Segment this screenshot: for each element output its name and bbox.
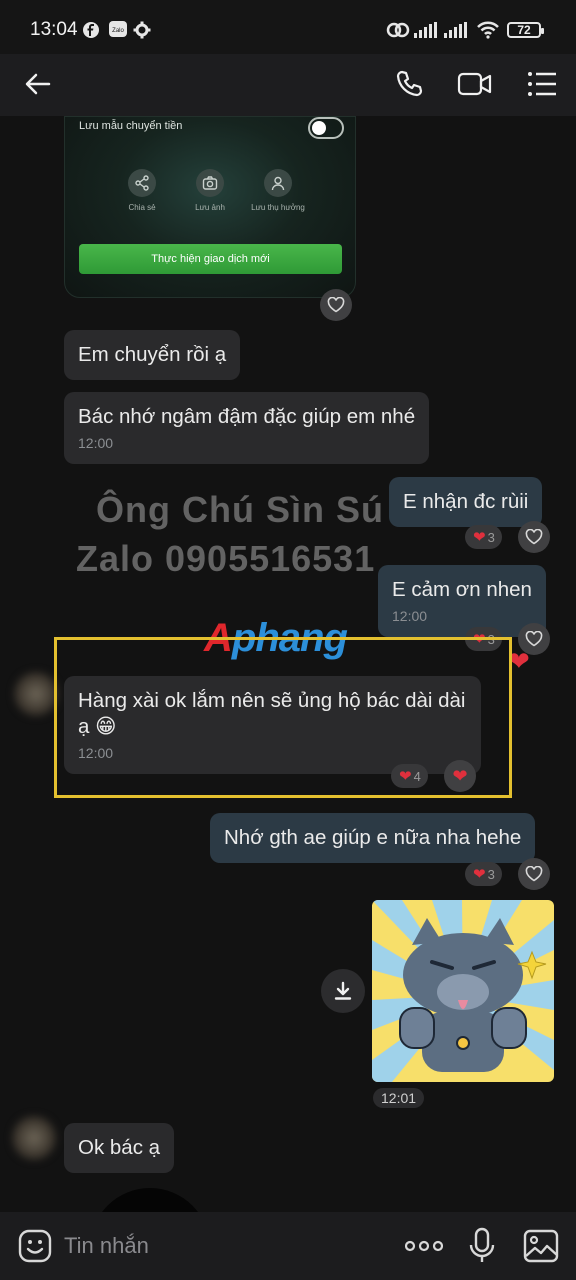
emoji-sticker-icon[interactable] [18,1229,52,1263]
reaction-count-badge[interactable]: ❤ 3 [465,862,502,886]
message-bubble-outgoing[interactable]: E nhận đc rùii [389,477,543,527]
heart-icon: ❤ [399,767,412,785]
link-icon [386,22,410,38]
chat-messages[interactable]: Lưu mẫu chuyển tiền Chia sẻ Lưu ảnh Lưu … [0,116,576,1212]
save-beneficiary-label: Lưu thụ hưởng [251,203,305,212]
camera-icon [202,176,218,190]
watermark-phone: Zalo 0905516531 [76,538,376,579]
svg-text:Zalo: Zalo [112,28,124,34]
download-icon [334,981,352,1000]
facebook-icon [83,22,99,38]
heart-outline-icon [525,866,543,882]
status-bar: 13:04 Zalo 72 [0,0,576,54]
save-template-label: Lưu mẫu chuyển tiền [79,120,183,132]
react-heart-button[interactable] [518,858,550,890]
reaction-count: 3 [487,529,495,545]
reaction-count: 3 [487,866,495,882]
message-bubble-outgoing[interactable]: Nhớ gth ae giúp e nữa nha hehe [210,813,536,863]
user-icon [271,176,285,191]
sender-avatar[interactable] [12,1116,56,1160]
save-image-label: Lưu ảnh [195,203,225,212]
message-input[interactable] [64,1230,364,1262]
react-heart-button[interactable] [518,521,550,553]
message-time: 12:00 [392,608,428,624]
message-text: Nhớ gth ae giúp e nữa nha hehe [224,826,522,849]
message-text: Ok bác ạ [78,1136,161,1159]
new-transaction-button[interactable]: Thực hiện giao dịch mới [79,244,342,274]
message-bubble-incoming[interactable]: Em chuyển rồi ạ [64,330,241,380]
message-text: Em chuyển rồi ạ [78,343,227,366]
save-image-action[interactable]: Lưu ảnh [175,169,245,212]
reaction-count: 4 [413,768,421,784]
partial-avatar-image [90,1188,210,1212]
chat-header [0,54,576,116]
sender-avatar[interactable] [14,672,58,716]
message-text: E cảm ơn nhen [392,578,532,601]
message-text: Hàng xài ok lắm nên sẽ ủng hộ bác dài dà… [78,689,466,738]
heart-icon: ❤ [473,865,486,883]
heart-icon: ❤ [473,528,486,546]
settings-gear-icon [133,21,151,39]
cat-thumbs-up-sticker[interactable] [372,900,554,1082]
message-bubble-outgoing[interactable]: E cảm ơn nhen 12:00 [378,565,546,637]
zalo-icon: Zalo [109,21,127,37]
more-options-icon[interactable] [405,1240,443,1252]
share-icon [135,175,149,191]
react-heart-button-active[interactable]: ❤ [444,760,476,792]
video-call-icon[interactable] [457,70,493,98]
heart-icon: ❤ [452,765,468,786]
share-action-label: Chia sẻ [128,203,156,212]
message-bubble-incoming[interactable]: Ok bác ạ [64,1123,175,1173]
save-beneficiary-action[interactable]: Lưu thụ hưởng [243,169,313,212]
phone-call-icon[interactable] [394,69,424,99]
save-template-toggle[interactable] [308,117,344,139]
menu-list-icon[interactable] [527,70,557,98]
message-input-bar [0,1212,576,1280]
signal-icon-2 [444,22,467,38]
bank-transfer-card[interactable]: Lưu mẫu chuyển tiền Chia sẻ Lưu ảnh Lưu … [64,116,356,298]
status-time: 13:04 [30,19,78,40]
reaction-count-badge[interactable]: ❤ 4 [391,764,428,788]
download-sticker-button[interactable] [321,969,365,1013]
heart-outline-icon [525,631,543,647]
message-time: 12:00 [78,745,114,761]
message-text: Bác nhớ ngâm đậm đặc giúp em nhé [78,405,416,428]
react-heart-button[interactable] [320,289,352,321]
wifi-icon [477,21,499,39]
heart-outline-icon [525,529,543,545]
signal-icon [414,22,437,38]
share-action[interactable]: Chia sẻ [107,169,177,212]
image-gallery-icon[interactable] [523,1229,559,1263]
back-arrow-icon[interactable] [24,70,52,98]
battery-icon: 72 [507,22,544,38]
sticker-time: 12:01 [373,1088,425,1108]
reaction-count-badge[interactable]: ❤ 3 [465,525,502,549]
heart-outline-icon [327,297,345,313]
microphone-icon[interactable] [469,1227,495,1265]
watermark-text: Ông Chú Sìn Sú [96,489,384,530]
message-bubble-incoming[interactable]: Hàng xài ok lắm nên sẽ ủng hộ bác dài dà… [64,676,481,774]
message-text: E nhận đc rùii [403,490,529,513]
message-bubble-incoming[interactable]: Bác nhớ ngâm đậm đặc giúp em nhé 12:00 [64,392,430,464]
contact-name-blurred[interactable] [78,62,248,108]
message-time: 12:00 [78,435,114,451]
